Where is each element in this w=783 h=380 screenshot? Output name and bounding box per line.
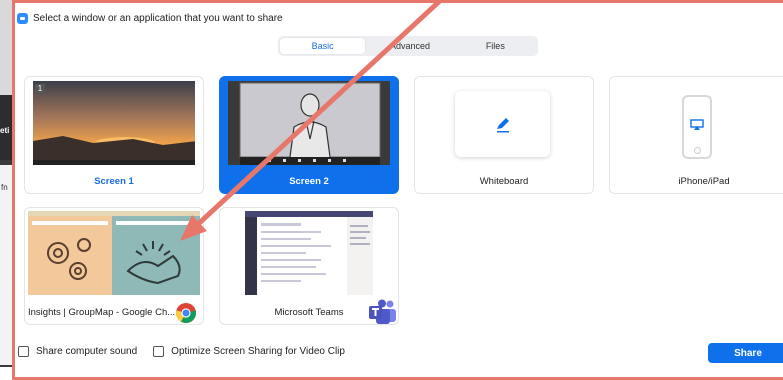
annotation-arrow bbox=[180, 0, 445, 241]
